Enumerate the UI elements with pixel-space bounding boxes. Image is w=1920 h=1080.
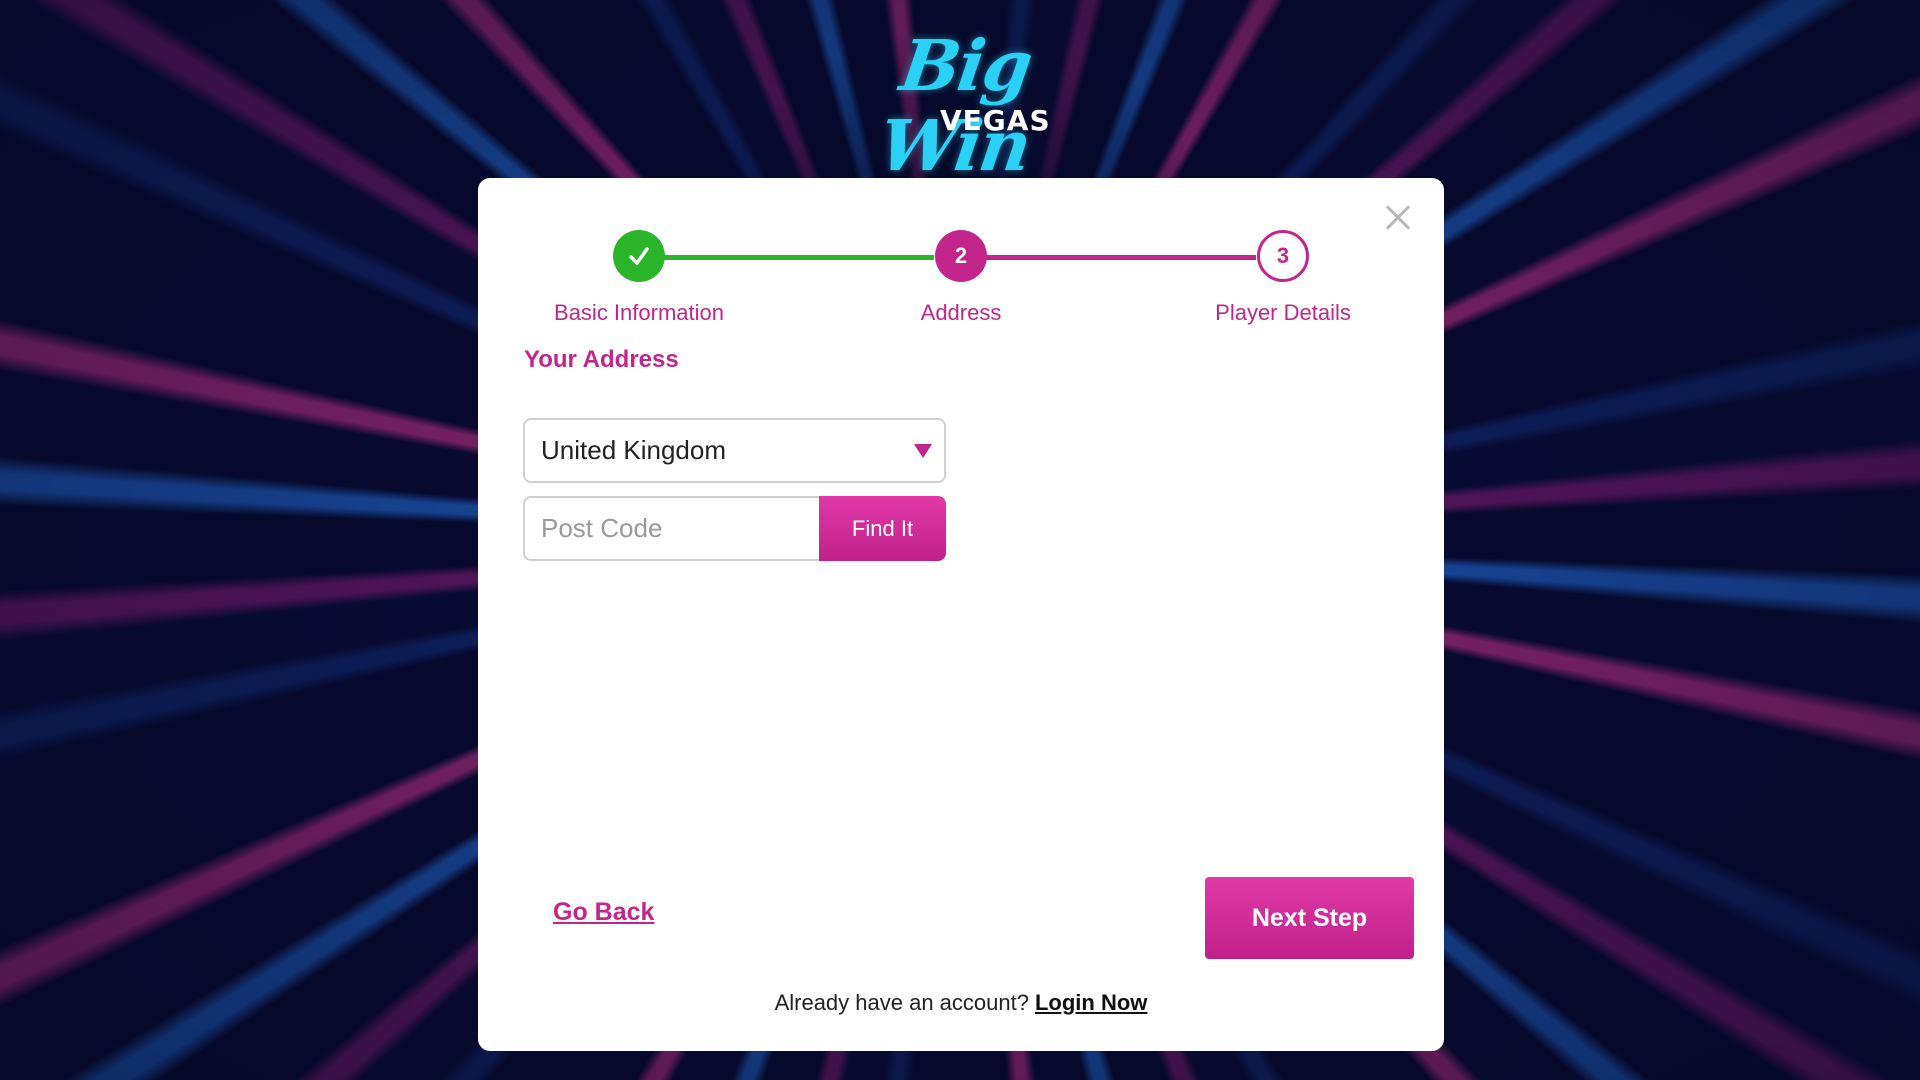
brand-logo: Big Win VEGAS [860,24,1060,187]
go-back-link[interactable]: Go Back [553,898,654,927]
registration-modal: 2 3 Basic Information Address Player Det… [478,178,1444,1051]
step-1-label: Basic Information [554,300,724,325]
stepper-line-pending [961,255,1256,260]
step-3-circle: 3 [1257,230,1309,282]
logo-sub-text: VEGAS [940,104,1051,137]
footer-login-prompt: Already have an account? Login Now [478,990,1444,1016]
progress-stepper: 2 3 Basic Information Address Player Det… [478,230,1444,330]
chevron-down-icon [914,444,932,458]
stepper-line-complete [639,255,934,260]
step-3-label: Player Details [1215,300,1351,325]
postcode-input[interactable] [523,496,819,561]
step-2-label: Address [920,300,1002,325]
country-select[interactable]: United Kingdom [523,418,946,483]
login-now-link[interactable]: Login Now [1035,990,1147,1015]
checkmark-icon [629,247,649,265]
section-title: Your Address [524,346,679,373]
country-select-value: United Kingdom [541,435,726,465]
next-step-button[interactable]: Next Step [1205,877,1414,959]
footer-prompt-text: Already have an account? [774,990,1029,1015]
step-2-circle: 2 [935,230,987,282]
step-1-circle [613,230,665,282]
find-it-button[interactable]: Find It [819,496,946,561]
